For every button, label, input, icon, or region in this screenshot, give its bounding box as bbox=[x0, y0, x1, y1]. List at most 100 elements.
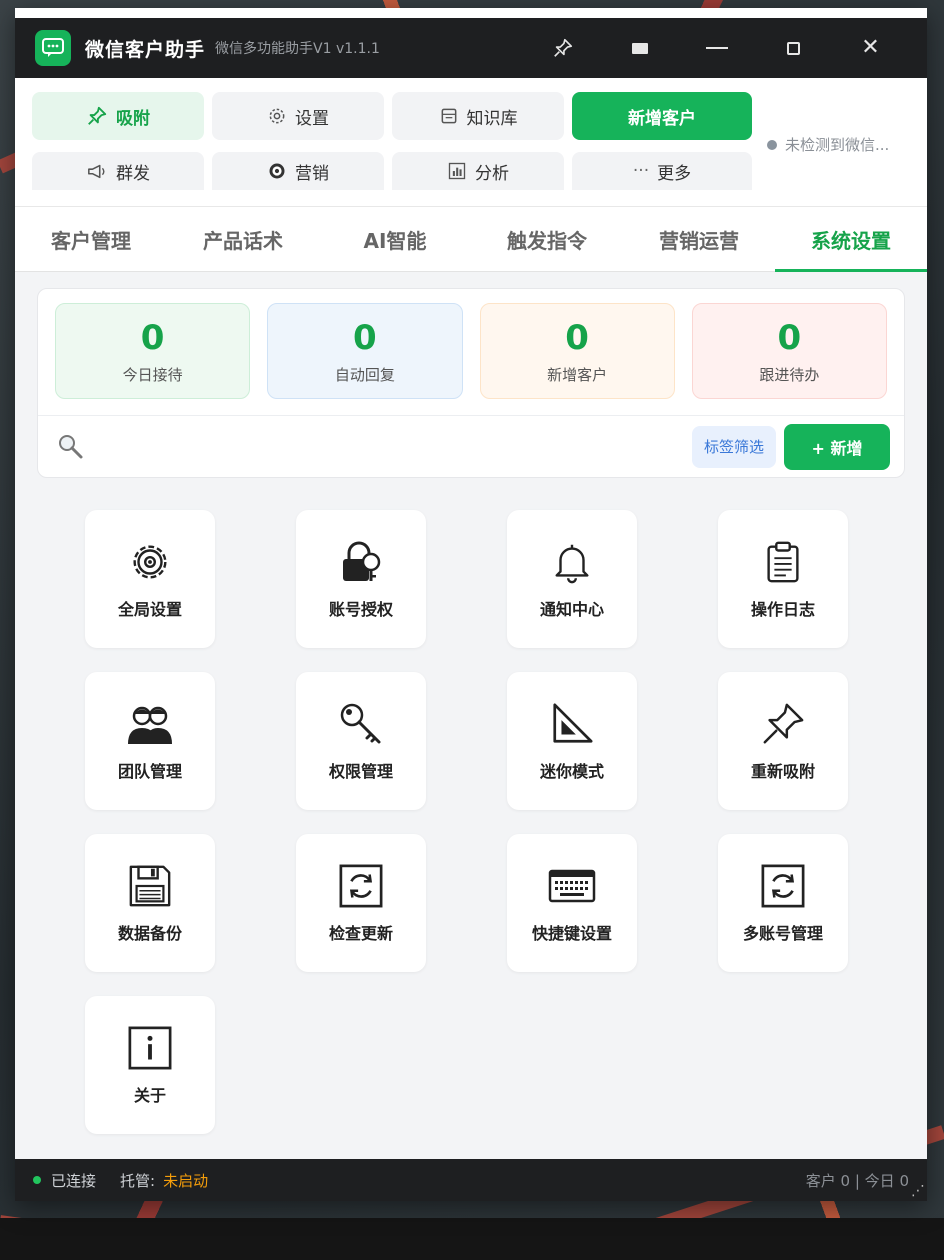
more-button[interactable]: ··· 更多 bbox=[572, 152, 752, 190]
attach-label: 吸附 bbox=[116, 108, 150, 129]
pushpin-icon bbox=[759, 700, 807, 748]
gear-icon bbox=[269, 108, 285, 124]
settings-label: 设置 bbox=[295, 108, 329, 129]
tile-label: 操作日志 bbox=[750, 600, 815, 619]
window-top-strip bbox=[15, 8, 927, 18]
minimize-button[interactable] bbox=[678, 28, 755, 68]
tab-customer-management[interactable]: 客户管理 bbox=[15, 207, 167, 271]
close-icon: ✕ bbox=[861, 35, 880, 60]
stat-follow-up[interactable]: 0 跟进待办 bbox=[691, 303, 887, 399]
search-icon bbox=[59, 434, 83, 458]
triangle-ruler-icon bbox=[548, 700, 596, 748]
broadcast-button[interactable]: 群发 bbox=[32, 152, 204, 190]
hosting-status[interactable]: 未启动 bbox=[163, 1170, 208, 1191]
knowledge-base-button[interactable]: 知识库 bbox=[392, 92, 564, 140]
stat-value: 0 bbox=[777, 317, 802, 358]
wechat-status-text: 未检测到微信... bbox=[785, 136, 890, 154]
tile-label: 数据备份 bbox=[117, 924, 182, 943]
search-bar: 标签筛选 + 新增 bbox=[38, 415, 904, 477]
stat-label: 跟进待办 bbox=[759, 365, 820, 384]
broadcast-label: 群发 bbox=[116, 163, 150, 184]
settings-button[interactable]: 设置 bbox=[212, 92, 384, 140]
hosting-label: 托管: bbox=[120, 1171, 156, 1190]
floppy-disk-icon bbox=[126, 862, 174, 910]
wechat-status: 未检测到微信... bbox=[767, 134, 889, 155]
refresh-icon bbox=[759, 862, 807, 910]
tile-permission-management[interactable]: 权限管理 bbox=[296, 672, 426, 810]
lock-key-icon bbox=[337, 538, 385, 586]
tab-product-scripts[interactable]: 产品话术 bbox=[167, 207, 319, 271]
tab-triggers[interactable]: 触发指令 bbox=[471, 207, 623, 271]
add-customer-button[interactable]: 新增客户 bbox=[572, 92, 752, 140]
tile-label: 账号授权 bbox=[328, 600, 393, 619]
tile-account-authorization[interactable]: 账号授权 bbox=[296, 510, 426, 648]
knowledge-base-label: 知识库 bbox=[466, 108, 518, 129]
tab-system-settings[interactable]: 系统设置 bbox=[775, 207, 927, 272]
pin-window-button[interactable] bbox=[524, 28, 601, 68]
search-input[interactable] bbox=[96, 428, 692, 465]
tab-marketing-ops[interactable]: 营销运营 bbox=[623, 207, 775, 271]
status-dot-icon bbox=[767, 139, 777, 150]
customer-count: 客户 0 | 今日 0 bbox=[805, 1171, 909, 1190]
tile-label: 权限管理 bbox=[328, 762, 393, 781]
tile-notification-center[interactable]: 通知中心 bbox=[507, 510, 637, 648]
tile-label: 全局设置 bbox=[117, 600, 182, 619]
tile-label: 检查更新 bbox=[328, 924, 393, 943]
tile-team-management[interactable]: 团队管理 bbox=[85, 672, 215, 810]
tag-filter-button[interactable]: 标签筛选 bbox=[691, 425, 776, 468]
main-tabs: 客户管理 产品话术 AI智能 触发指令 营销运营 系统设置 bbox=[15, 206, 927, 272]
app-window: 微信客户助手 微信多功能助手V1 v1.1.1 ✕ 吸附 设置 知识库 新增客户… bbox=[15, 8, 927, 1201]
tile-mini-mode[interactable]: 迷你模式 bbox=[507, 672, 637, 810]
attach-button[interactable]: 吸附 bbox=[32, 92, 204, 140]
stat-new-customers[interactable]: 0 新增客户 bbox=[479, 303, 675, 399]
taskbar bbox=[0, 1218, 944, 1260]
bar-chart-icon bbox=[448, 162, 466, 180]
tile-label: 通知中心 bbox=[539, 600, 604, 619]
maximize-button[interactable] bbox=[755, 28, 832, 68]
stat-value: 0 bbox=[140, 317, 165, 358]
analysis-button[interactable]: 分析 bbox=[392, 152, 564, 190]
team-icon bbox=[126, 700, 174, 748]
tile-label: 关于 bbox=[133, 1086, 166, 1105]
pin-icon bbox=[88, 106, 107, 125]
app-title: 微信客户助手 bbox=[85, 38, 206, 61]
stat-today-reception[interactable]: 0 今日接待 bbox=[55, 303, 251, 399]
compact-button[interactable] bbox=[601, 28, 678, 68]
app-subtitle: 微信多功能助手V1 v1.1.1 bbox=[215, 41, 380, 57]
stat-value: 0 bbox=[353, 317, 377, 358]
tile-shortcut-settings[interactable]: 快捷键设置 bbox=[507, 834, 637, 972]
tile-label: 迷你模式 bbox=[539, 762, 604, 781]
add-button[interactable]: + 新增 bbox=[784, 423, 890, 470]
stat-value: 0 bbox=[565, 317, 589, 358]
pushpin-icon bbox=[553, 38, 572, 57]
marketing-label: 营销 bbox=[295, 163, 329, 184]
stat-auto-reply[interactable]: 0 自动回复 bbox=[267, 303, 463, 399]
more-label: 更多 bbox=[657, 163, 692, 184]
ellipsis-icon: ··· bbox=[632, 161, 650, 181]
toolbar: 吸附 设置 知识库 新增客户 群发 营销 分析 ··· 更多 未检测到微信... bbox=[15, 78, 927, 206]
tile-data-backup[interactable]: 数据备份 bbox=[85, 834, 215, 972]
marketing-button[interactable]: 营销 bbox=[212, 152, 384, 190]
stat-label: 自动回复 bbox=[334, 365, 395, 384]
settings-grid: 全局设置 账号授权 通知中心 操作日志 团队管理 权限管理 迷你模式 重新吸附 … bbox=[85, 510, 848, 1134]
close-button[interactable]: ✕ bbox=[832, 28, 909, 68]
info-icon bbox=[126, 1024, 174, 1072]
stat-label: 新增客户 bbox=[547, 365, 608, 384]
tile-global-settings[interactable]: 全局设置 bbox=[85, 510, 215, 648]
tile-check-update[interactable]: 检查更新 bbox=[296, 834, 426, 972]
book-icon bbox=[441, 108, 456, 124]
chat-bubble-icon bbox=[35, 30, 71, 66]
tile-about[interactable]: 关于 bbox=[85, 996, 215, 1134]
stats-card: 0 今日接待 0 自动回复 0 新增客户 0 跟进待办 标签筛选 + 新增 bbox=[37, 288, 905, 478]
tile-multi-account[interactable]: 多账号管理 bbox=[718, 834, 848, 972]
resize-grip-icon[interactable]: ⋰ bbox=[911, 1183, 925, 1199]
keyboard-icon bbox=[548, 862, 596, 910]
connected-dot-icon bbox=[33, 1176, 41, 1184]
title-bar[interactable]: 微信客户助手 微信多功能助手V1 v1.1.1 ✕ bbox=[15, 18, 927, 78]
minimize-icon bbox=[705, 47, 728, 49]
tile-operation-log[interactable]: 操作日志 bbox=[718, 510, 848, 648]
key-icon bbox=[337, 700, 385, 748]
tile-reattach[interactable]: 重新吸附 bbox=[718, 672, 848, 810]
tab-ai[interactable]: AI智能 bbox=[319, 207, 471, 271]
add-customer-label: 新增客户 bbox=[628, 108, 696, 129]
